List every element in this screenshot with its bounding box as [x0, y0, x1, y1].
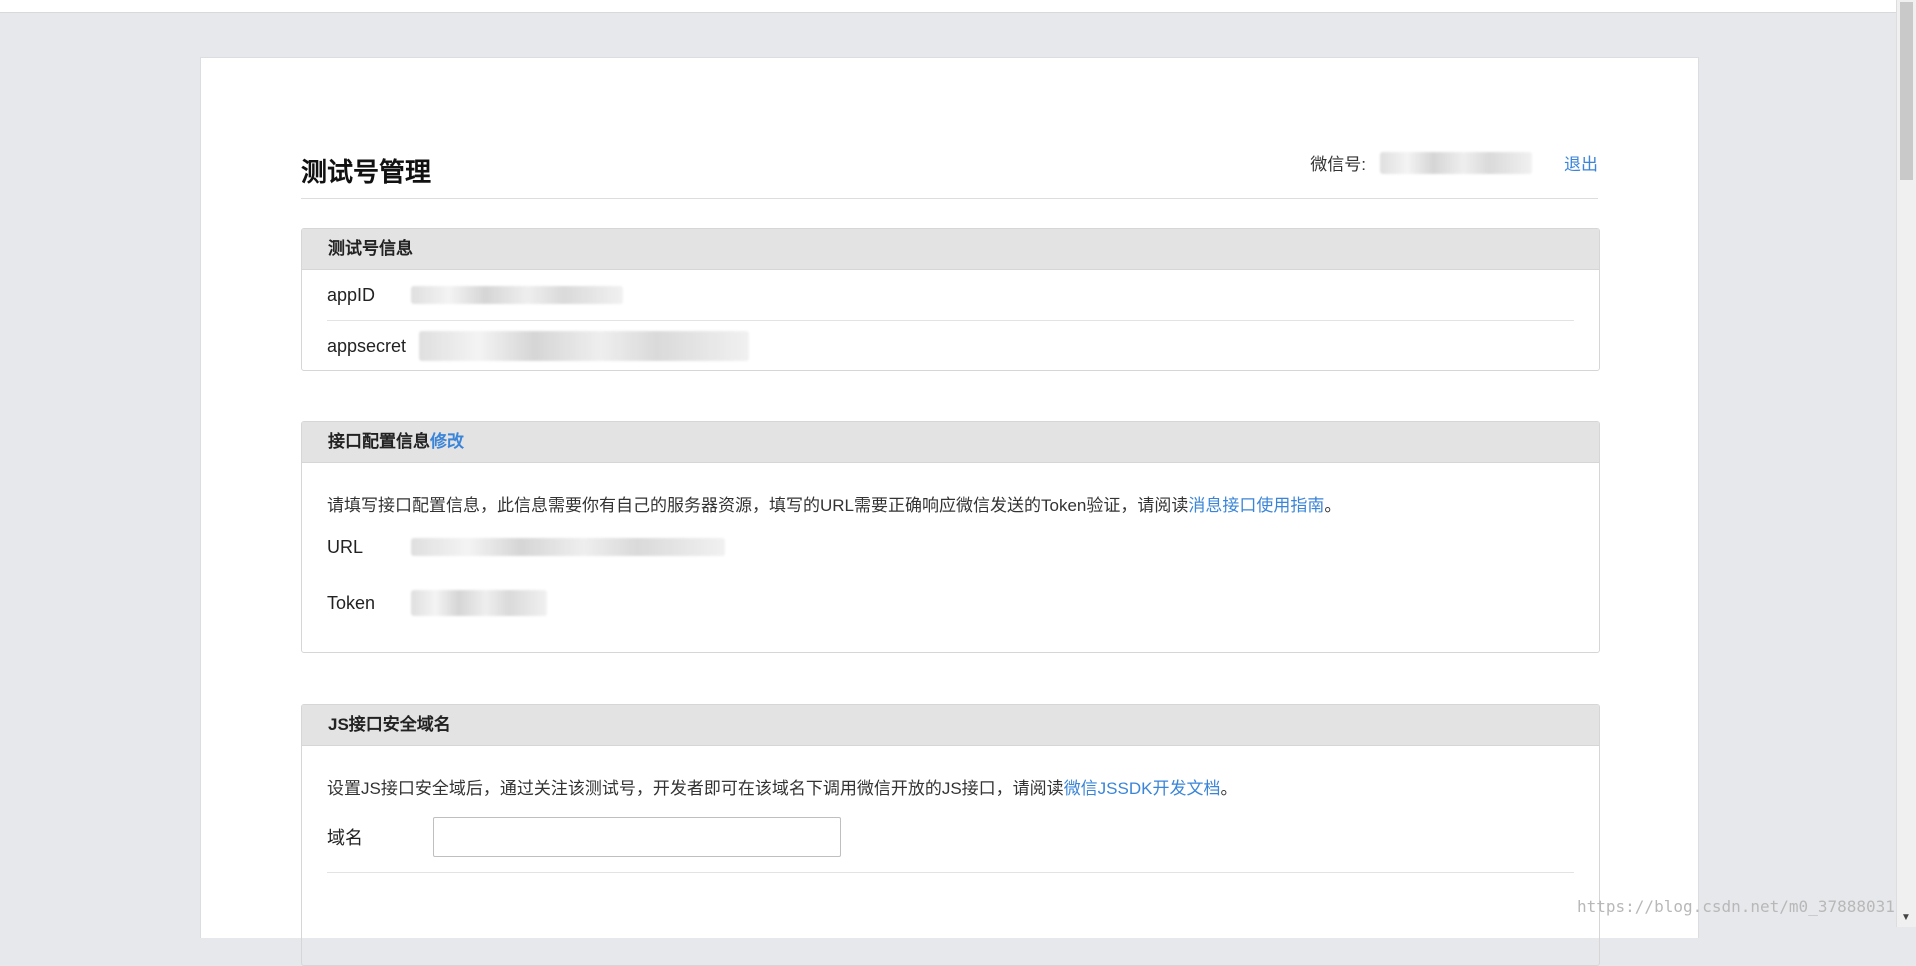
js-domain-title: JS接口安全域名 — [302, 705, 1599, 746]
browser-top-strip — [0, 0, 1897, 13]
interface-config-description: 请填写接口配置信息，此信息需要你有自己的服务器资源，填写的URL需要正确响应微信… — [327, 496, 1342, 515]
main-card: 测试号管理 微信号: 退出 测试号信息 appID appsecret 接口配置… — [200, 57, 1699, 966]
appsecret-label: appsecret — [327, 335, 407, 356]
page-header: 测试号管理 微信号: 退出 — [301, 98, 1598, 199]
account-info-title: 测试号信息 — [302, 229, 1599, 270]
logout-link[interactable]: 退出 — [1564, 150, 1598, 175]
appid-row: appID — [327, 270, 1574, 321]
url-label: URL — [327, 536, 364, 557]
account-info-panel: 测试号信息 appID appsecret — [301, 228, 1600, 371]
url-row: URL — [327, 519, 1574, 575]
user-area: 微信号: 退出 — [1310, 150, 1598, 175]
wechat-id-label: 微信号: — [1310, 155, 1366, 174]
edit-config-link[interactable]: 修改 — [430, 432, 464, 451]
scroll-down-arrow-icon[interactable]: ▼ — [1901, 912, 1911, 923]
wechat-id-redacted — [1380, 151, 1532, 174]
js-domain-description: 设置JS接口安全域后，通过关注该测试号，开发者即可在该域名下调用微信开放的JS接… — [327, 779, 1238, 798]
token-row: Token — [327, 575, 1574, 631]
appid-value-redacted — [411, 286, 623, 304]
interface-config-panel: 接口配置信息修改 请填写接口配置信息，此信息需要你有自己的服务器资源，填写的UR… — [301, 421, 1600, 653]
jssdk-doc-link[interactable]: 微信JSSDK开发文档 — [1064, 779, 1221, 798]
watermark: https://blog.csdn.net/m0_37888031 — [1577, 897, 1895, 916]
token-label: Token — [327, 592, 376, 613]
domain-row: 域名 — [327, 802, 1574, 873]
scrollbar-thumb[interactable] — [1900, 2, 1913, 180]
appid-label: appID — [327, 284, 376, 305]
interface-config-header: 接口配置信息修改 — [302, 422, 1599, 463]
appsecret-row: appsecret — [327, 321, 1574, 370]
domain-input[interactable] — [433, 817, 841, 857]
vertical-scrollbar[interactable]: ▼ — [1896, 0, 1916, 927]
appsecret-value-redacted — [419, 331, 749, 361]
page-title: 测试号管理 — [301, 157, 432, 187]
domain-label: 域名 — [327, 828, 363, 848]
message-guide-link[interactable]: 消息接口使用指南 — [1188, 496, 1324, 515]
interface-config-title: 接口配置信息 — [328, 432, 430, 451]
token-value-redacted — [411, 590, 547, 616]
url-value-redacted — [411, 538, 725, 556]
